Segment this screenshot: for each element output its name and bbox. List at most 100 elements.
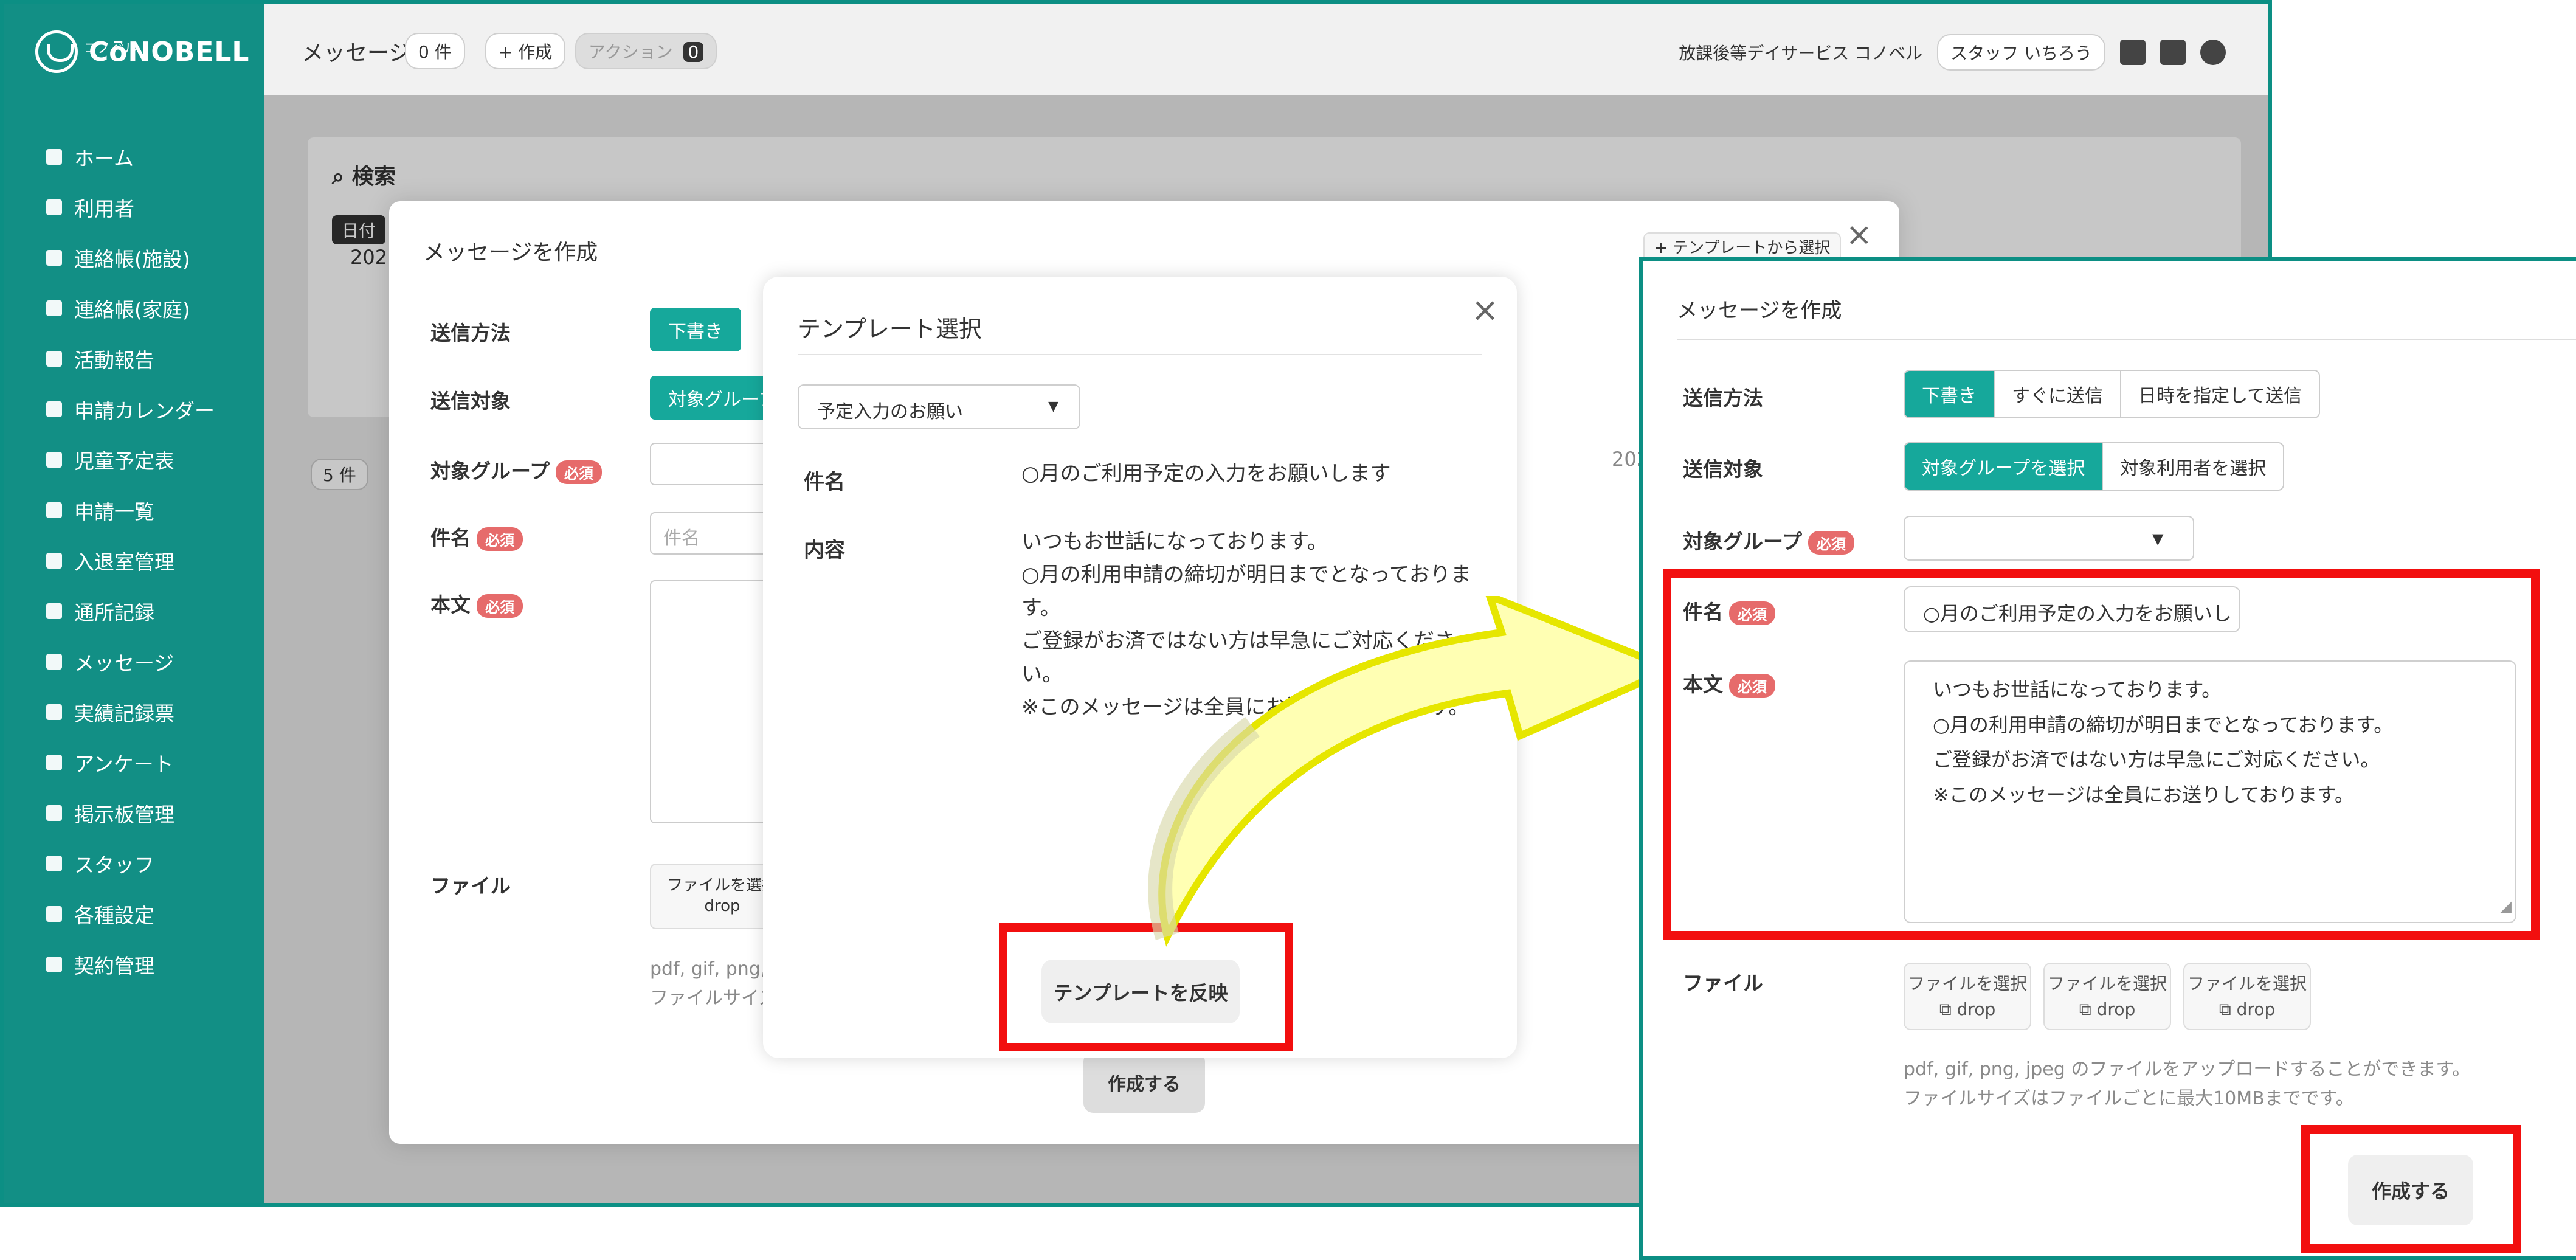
resize-handle-icon[interactable]: ◢ — [2501, 893, 2512, 919]
target-label: 送信対象 — [430, 389, 511, 413]
send-method-draft[interactable]: 下書き — [650, 308, 741, 351]
sidebar-item-message[interactable]: メッセージ — [46, 636, 253, 687]
sidebar: CōNOBELL コノベル ホーム 利用者 連絡帳(施設) 連絡帳(家庭) 活動… — [4, 4, 264, 1203]
contract-icon — [46, 956, 62, 972]
file-select-button[interactable]: ファイルを選択 ⧉ drop — [2183, 963, 2311, 1030]
template-select[interactable]: 予定入力のお願い ▼ — [798, 384, 1080, 429]
sidebar-item-records[interactable]: 通所記録 — [46, 586, 253, 636]
page-title: メッセージ — [302, 41, 411, 66]
sidebar-nav: ホーム 利用者 連絡帳(施設) 連絡帳(家庭) 活動報告 申請カレンダー 児童予… — [46, 131, 253, 989]
zoomed-body-label: 本文 必須 — [1683, 668, 1775, 698]
file-label: ファイル — [430, 874, 511, 898]
action-count-badge: 0 — [683, 42, 704, 62]
send-method-scheduled[interactable]: 日時を指定して送信 — [2121, 371, 2319, 417]
background-modal-title: メッセージを作成 — [423, 240, 598, 265]
sidebar-item-label: 連絡帳(家庭) — [74, 297, 190, 322]
sidebar-item-board[interactable]: 掲示板管理 — [46, 788, 253, 838]
template-content-line: いつもお世話になっております。 — [1021, 530, 1328, 554]
sidebar-item-calendar[interactable]: 申請カレンダー — [46, 384, 253, 434]
send-method-draft[interactable]: 下書き — [1905, 371, 1995, 417]
sidebar-item-home[interactable]: ホーム — [46, 131, 253, 182]
sidebar-item-label: 入退室管理 — [74, 550, 174, 574]
background-create-button[interactable]: 作成する — [1083, 1052, 1205, 1113]
sidebar-item-contract[interactable]: 契約管理 — [46, 939, 253, 989]
divider — [798, 354, 1482, 355]
users-icon — [46, 199, 62, 215]
drop-label: ⧉ drop — [2219, 999, 2276, 1019]
target-user-button[interactable]: 対象利用者を選択 — [2103, 443, 2284, 490]
drop-text: drop — [1956, 999, 1996, 1019]
send-method-segment: 下書き すぐに送信 日時を指定して送信 — [1904, 370, 2321, 418]
group-label-text: 対象グループ — [430, 459, 550, 483]
template-subject-label: 件名 — [804, 470, 845, 494]
zoomed-target-label: 送信対象 — [1683, 457, 1763, 481]
subject-label-text: 件名 — [430, 526, 471, 550]
sidebar-item-users[interactable]: 利用者 — [46, 182, 253, 232]
group-label: 対象グループ 必須 — [430, 455, 603, 484]
notebook-icon — [46, 300, 62, 316]
drop-text: drop — [2236, 999, 2276, 1019]
board-icon — [46, 805, 62, 821]
template-select-value: 予定入力のお願い — [817, 401, 963, 423]
user-selector[interactable]: スタッフ いちろう — [1937, 34, 2105, 71]
file-note-text: pdf, gif, png, jpeg のファイルをアップロードすることができま… — [1904, 1059, 2471, 1080]
action-label: アクション — [589, 42, 673, 62]
sidebar-item-staff[interactable]: スタッフ — [46, 838, 253, 888]
report-icon — [46, 350, 62, 367]
body-label-text: 本文 — [1683, 673, 1723, 696]
sidebar-item-label: 掲示板管理 — [74, 802, 174, 826]
drop-label: drop — [704, 896, 741, 915]
zoomed-body-textarea[interactable]: いつもお世話になっております。 ○月の利用申請の締切が明日までとなっております。… — [1904, 660, 2516, 923]
sidebar-item-results[interactable]: 実績記録票 — [46, 687, 253, 737]
divider — [1677, 339, 2576, 340]
target-group-button[interactable]: 対象グループを選択 — [1905, 443, 2104, 490]
create-button-highlight — [2301, 1125, 2521, 1253]
sidebar-item-label: 実績記録票 — [74, 701, 174, 725]
create-button[interactable]: + 作成 — [485, 33, 566, 69]
send-method-label: 送信方法 — [430, 321, 511, 345]
file-button-label: ファイルを選択 — [2187, 973, 2307, 994]
zoomed-group-select[interactable] — [1904, 516, 2194, 561]
bus-icon — [46, 451, 62, 468]
pie-icon — [46, 754, 62, 770]
subject-label-text: 件名 — [1683, 600, 1723, 624]
sidebar-item-label: 児童予定表 — [74, 449, 174, 473]
file-select-button[interactable]: ファイルを選択 ⧉ drop — [1904, 963, 2031, 1030]
file-note-text: pdf, gif, png, — [650, 958, 767, 980]
close-icon[interactable]: × — [1471, 291, 1499, 329]
sidebar-item-contact-facility[interactable]: 連絡帳(施設) — [46, 232, 253, 283]
staff-icon — [46, 855, 62, 871]
sidebar-item-attendance[interactable]: 入退室管理 — [46, 535, 253, 586]
list-icon — [46, 502, 62, 518]
subject-label: 件名 必須 — [430, 522, 523, 551]
sidebar-item-contact-home[interactable]: 連絡帳(家庭) — [46, 283, 253, 333]
sidebar-item-schedule[interactable]: 児童予定表 — [46, 434, 253, 485]
sidebar-item-label: アンケート — [74, 752, 174, 776]
target-segment: 対象グループを選択 対象利用者を選択 — [1904, 442, 2285, 491]
send-method-immediate[interactable]: すぐに送信 — [1995, 371, 2121, 417]
zoomed-subject-input[interactable]: ○月のご利用予定の入力をお願いし — [1904, 586, 2240, 632]
sidebar-item-survey[interactable]: アンケート — [46, 737, 253, 788]
action-button[interactable]: アクション 0 — [575, 33, 717, 69]
required-badge: 必須 — [477, 594, 523, 618]
book-icon[interactable] — [2160, 40, 2186, 65]
home-icon — [46, 148, 62, 165]
help-icon[interactable] — [2200, 40, 2226, 65]
sidebar-item-label: メッセージ — [74, 651, 174, 675]
file-button-label: ファイルを選択 — [2047, 973, 2167, 994]
bell-icon — [46, 653, 62, 670]
top-right-tools: 放課後等デイサービス コノベル スタッフ いちろう — [1679, 34, 2226, 71]
drop-label: ⧉ drop — [2079, 999, 2136, 1019]
record-icon — [46, 603, 62, 619]
body-line: ※このメッセージは全員にお送りしております。 — [1933, 783, 2355, 806]
template-subject-value: ○月のご利用予定の入力をお願いします — [1021, 462, 1391, 486]
notebook-icon — [46, 249, 62, 266]
calendar-icon — [46, 401, 62, 417]
file-select-button[interactable]: ファイルを選択 ⧉ drop — [2043, 963, 2171, 1030]
close-icon[interactable]: × — [1846, 216, 1873, 253]
sidebar-item-label: 活動報告 — [74, 348, 154, 372]
mail-icon[interactable] — [2120, 40, 2146, 65]
sidebar-item-activity[interactable]: 活動報告 — [46, 333, 253, 384]
sidebar-item-requests[interactable]: 申請一覧 — [46, 485, 253, 535]
sidebar-item-settings[interactable]: 各種設定 — [46, 888, 253, 939]
